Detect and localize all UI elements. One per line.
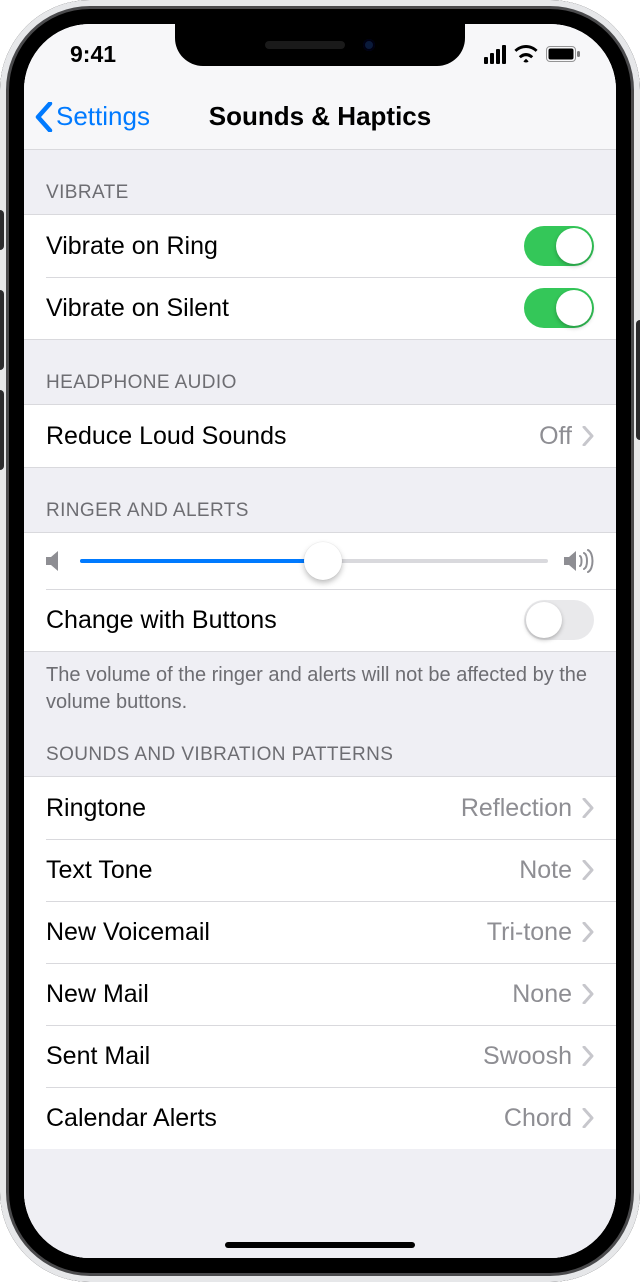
- row-label: Change with Buttons: [46, 606, 524, 635]
- toggle-change-with-buttons[interactable]: [524, 600, 594, 640]
- content-scroll[interactable]: Vibrate Vibrate on Ring Vibrate on Silen…: [24, 150, 616, 1258]
- group-ringer: Change with Buttons: [24, 532, 616, 652]
- phone-frame: 9:41 Settings Sounds & Haptics: [0, 0, 640, 1282]
- front-camera: [363, 39, 375, 51]
- row-ringtone[interactable]: Ringtone Reflection: [24, 777, 616, 839]
- hw-mute-switch: [0, 210, 4, 250]
- chevron-right-icon: [582, 798, 594, 818]
- row-label: Reduce Loud Sounds: [46, 422, 539, 451]
- row-ringer-volume: [24, 533, 616, 589]
- section-footer-ringer: The volume of the ringer and alerts will…: [24, 652, 616, 720]
- row-value: Tri-tone: [487, 918, 572, 947]
- group-headphone: Reduce Loud Sounds Off: [24, 404, 616, 468]
- ringer-volume-slider[interactable]: [80, 559, 548, 563]
- section-header-ringer: Ringer and Alerts: [24, 468, 616, 532]
- row-new-voicemail[interactable]: New Voicemail Tri-tone: [24, 901, 616, 963]
- notch: [175, 24, 465, 66]
- nav-bar: Settings Sounds & Haptics: [24, 84, 616, 150]
- toggle-vibrate-on-ring[interactable]: [524, 226, 594, 266]
- row-value: Swoosh: [483, 1042, 572, 1071]
- row-label: Calendar Alerts: [46, 1104, 504, 1133]
- row-label: New Mail: [46, 980, 512, 1009]
- row-change-with-buttons[interactable]: Change with Buttons: [24, 589, 616, 651]
- hw-side-button: [636, 320, 640, 440]
- row-reduce-loud-sounds[interactable]: Reduce Loud Sounds Off: [24, 405, 616, 467]
- row-vibrate-on-silent[interactable]: Vibrate on Silent: [24, 277, 616, 339]
- group-vibrate: Vibrate on Ring Vibrate on Silent: [24, 214, 616, 340]
- speaker-low-icon: [46, 550, 64, 572]
- row-sent-mail[interactable]: Sent Mail Swoosh: [24, 1025, 616, 1087]
- hw-volume-down: [0, 390, 4, 470]
- chevron-right-icon: [582, 860, 594, 880]
- row-value: Reflection: [461, 794, 572, 823]
- toggle-vibrate-on-silent[interactable]: [524, 288, 594, 328]
- chevron-right-icon: [582, 1108, 594, 1128]
- row-label: Vibrate on Ring: [46, 232, 524, 261]
- status-time: 9:41: [70, 41, 116, 68]
- slider-fill: [80, 559, 323, 563]
- speaker-high-icon: [564, 549, 594, 573]
- hw-volume-up: [0, 290, 4, 370]
- row-calendar-alerts[interactable]: Calendar Alerts Chord: [24, 1087, 616, 1149]
- home-indicator[interactable]: [225, 1242, 415, 1248]
- row-value: Note: [519, 856, 572, 885]
- chevron-right-icon: [582, 1046, 594, 1066]
- section-header-patterns: Sounds and Vibration Patterns: [24, 720, 616, 776]
- chevron-right-icon: [582, 922, 594, 942]
- row-label: Text Tone: [46, 856, 519, 885]
- back-label: Settings: [56, 101, 150, 132]
- group-patterns: Ringtone Reflection Text Tone Note New V…: [24, 776, 616, 1149]
- row-vibrate-on-ring[interactable]: Vibrate on Ring: [24, 215, 616, 277]
- chevron-right-icon: [582, 984, 594, 1004]
- row-new-mail[interactable]: New Mail None: [24, 963, 616, 1025]
- wifi-icon: [514, 45, 538, 63]
- chevron-right-icon: [582, 426, 594, 446]
- section-header-vibrate: Vibrate: [24, 150, 616, 214]
- speaker-grille: [265, 41, 345, 49]
- section-header-headphone: Headphone Audio: [24, 340, 616, 404]
- slider-thumb[interactable]: [304, 542, 342, 580]
- battery-icon: [546, 46, 580, 62]
- row-label: Vibrate on Silent: [46, 294, 524, 323]
- row-label: New Voicemail: [46, 918, 487, 947]
- page-title: Sounds & Haptics: [209, 101, 431, 132]
- screen: 9:41 Settings Sounds & Haptics: [24, 24, 616, 1258]
- row-label: Ringtone: [46, 794, 461, 823]
- row-value: None: [512, 980, 572, 1009]
- row-label: Sent Mail: [46, 1042, 483, 1071]
- row-value: Off: [539, 422, 572, 451]
- row-text-tone[interactable]: Text Tone Note: [24, 839, 616, 901]
- row-value: Chord: [504, 1104, 572, 1133]
- back-button[interactable]: Settings: [34, 84, 150, 149]
- cellular-icon: [484, 45, 506, 64]
